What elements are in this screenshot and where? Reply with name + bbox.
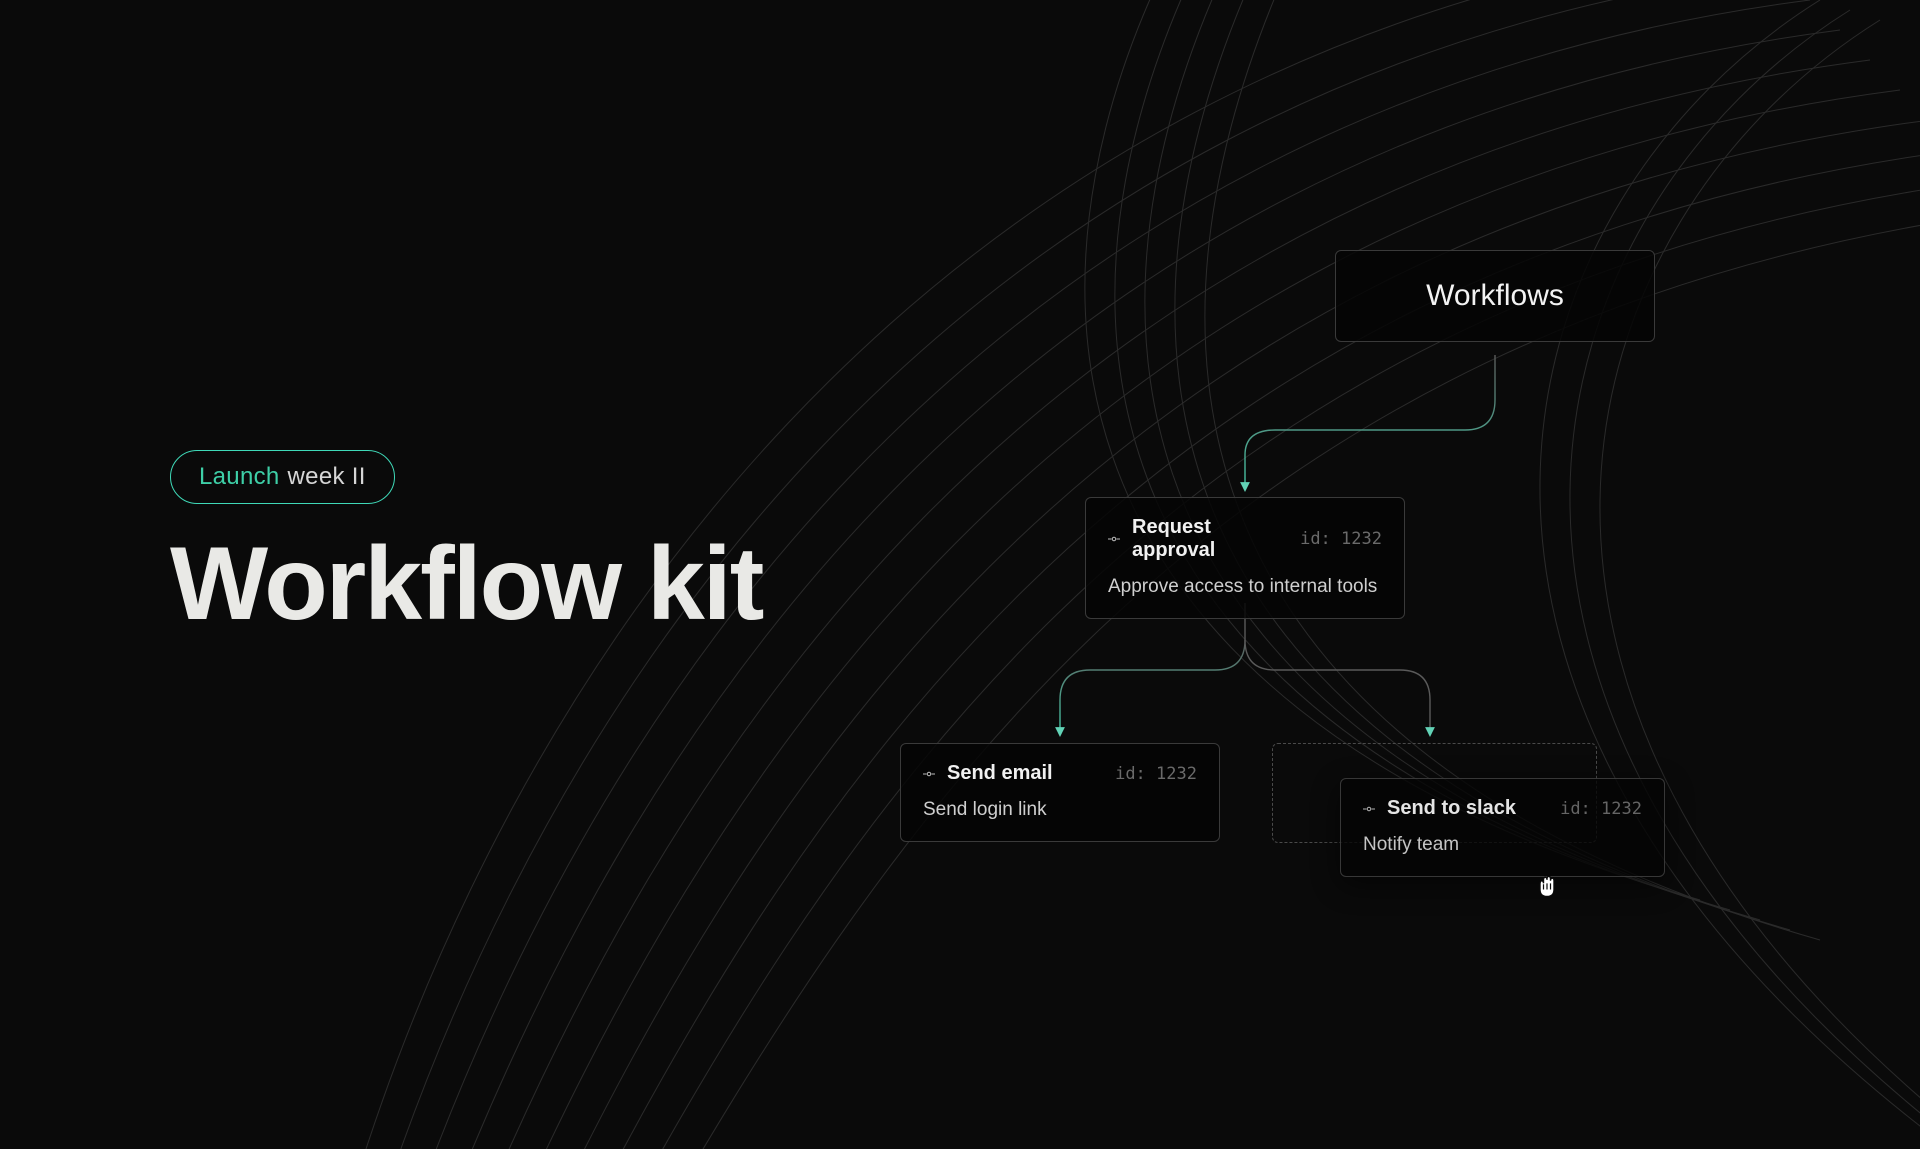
workflow-root-node[interactable]: Workflows [1335,250,1655,342]
node-description: Notify team [1363,834,1642,856]
commit-icon [1108,533,1120,545]
workflow-node-send-slack[interactable]: Send to slack id: 1232 Notify team [1340,778,1665,877]
commit-icon [1363,803,1375,815]
node-title: Send email [947,762,1103,785]
badge-accent-text: Launch [199,463,280,491]
launch-week-badge: Launch week II [170,450,395,504]
node-title: Send to slack [1387,797,1548,820]
node-id: id: 1232 [1560,799,1642,819]
workflow-node-send-email[interactable]: Send email id: 1232 Send login link [900,743,1220,842]
node-id: id: 1232 [1300,529,1382,549]
node-id: id: 1232 [1115,764,1197,784]
badge-rest-text: week II [288,463,366,491]
node-description: Approve access to internal tools [1108,576,1382,598]
commit-icon [923,768,935,780]
root-label: Workflows [1426,279,1564,312]
node-description: Send login link [923,799,1197,821]
node-title: Request approval [1132,516,1288,562]
workflow-node-request-approval[interactable]: Request approval id: 1232 Approve access… [1085,497,1405,619]
page-title: Workflow kit [170,530,762,639]
